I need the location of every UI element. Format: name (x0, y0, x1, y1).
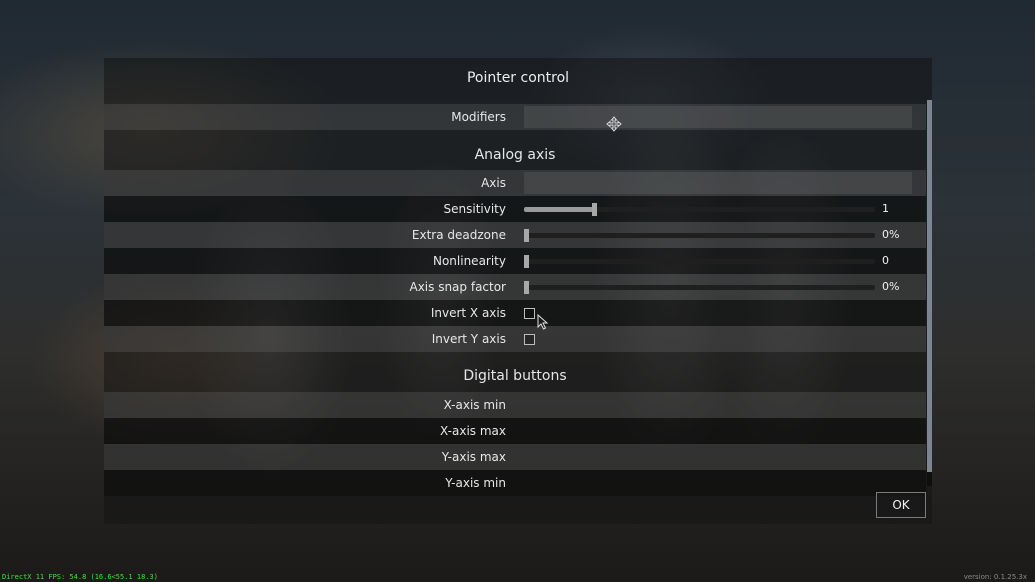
digital-buttons-heading: Digital buttons (463, 368, 567, 384)
analog-axis-heading: Analog axis (474, 147, 556, 163)
move-arrows-icon (606, 116, 622, 132)
x-axis-min-row[interactable]: X-axis min (104, 392, 926, 418)
invert-y-label: Invert Y axis (431, 332, 506, 346)
extra-deadzone-row: Extra deadzone 0% (104, 222, 926, 248)
y-axis-min-row[interactable]: Y-axis min (104, 470, 926, 496)
axis-label: Axis (481, 176, 506, 190)
axis-snap-factor-label: Axis snap factor (409, 280, 506, 294)
y-axis-min-label: Y-axis min (445, 476, 506, 490)
settings-scrollbar[interactable] (927, 100, 932, 486)
nonlinearity-slider[interactable] (524, 255, 875, 268)
axis-snap-factor-value: 0% (882, 280, 900, 293)
axis-row[interactable]: Axis (104, 170, 926, 196)
nonlinearity-slider-thumb[interactable] (524, 255, 529, 268)
axis-snap-factor-slider-thumb[interactable] (524, 281, 529, 294)
sensitivity-row: Sensitivity 1 (104, 196, 926, 222)
mouse-cursor-icon (537, 314, 549, 330)
modifiers-row[interactable]: Modifiers (104, 104, 926, 130)
y-axis-max-row[interactable]: Y-axis max (104, 444, 926, 470)
settings-list: Modifiers Analog axis Axis Sensitivity 1… (104, 100, 926, 524)
x-axis-max-row[interactable]: X-axis max (104, 418, 926, 444)
axis-snap-factor-row: Axis snap factor 0% (104, 274, 926, 300)
ok-button[interactable]: OK (876, 492, 926, 518)
x-axis-max-label: X-axis max (440, 424, 506, 438)
nonlinearity-value: 0 (882, 254, 889, 267)
extra-deadzone-slider-thumb[interactable] (524, 229, 529, 242)
pointer-control-dialog: Pointer control Modifiers Analog axis Ax… (104, 58, 932, 524)
invert-x-label: Invert X axis (430, 306, 506, 320)
sensitivity-value: 1 (882, 202, 889, 215)
invert-x-row[interactable]: Invert X axis (104, 300, 926, 326)
axis-snap-factor-slider[interactable] (524, 281, 875, 294)
extra-deadzone-slider[interactable] (524, 229, 875, 242)
scrollbar-thumb[interactable] (927, 100, 932, 472)
fps-counter: DirectX 11 FPS: 54.8 (16.6<55.1 18.3) (2, 573, 158, 581)
dialog-title: Pointer control (466, 70, 570, 86)
extra-deadzone-label: Extra deadzone (411, 228, 506, 242)
sensitivity-slider-fill (524, 207, 594, 212)
invert-x-checkbox[interactable] (524, 308, 535, 319)
nonlinearity-row: Nonlinearity 0 (104, 248, 926, 274)
version-text: version: 0.1.25.3x (963, 573, 1027, 581)
invert-y-checkbox[interactable] (524, 334, 535, 345)
y-axis-max-label: Y-axis max (441, 450, 506, 464)
modifiers-field[interactable] (524, 106, 912, 128)
extra-deadzone-value: 0% (882, 228, 900, 241)
axis-binding-field[interactable] (524, 172, 912, 194)
invert-y-row[interactable]: Invert Y axis (104, 326, 926, 352)
nonlinearity-label: Nonlinearity (432, 254, 506, 268)
sensitivity-slider[interactable] (524, 203, 875, 216)
sensitivity-slider-thumb[interactable] (592, 203, 597, 216)
sensitivity-label: Sensitivity (443, 202, 506, 216)
modifiers-label: Modifiers (451, 110, 506, 124)
x-axis-min-label: X-axis min (443, 398, 506, 412)
